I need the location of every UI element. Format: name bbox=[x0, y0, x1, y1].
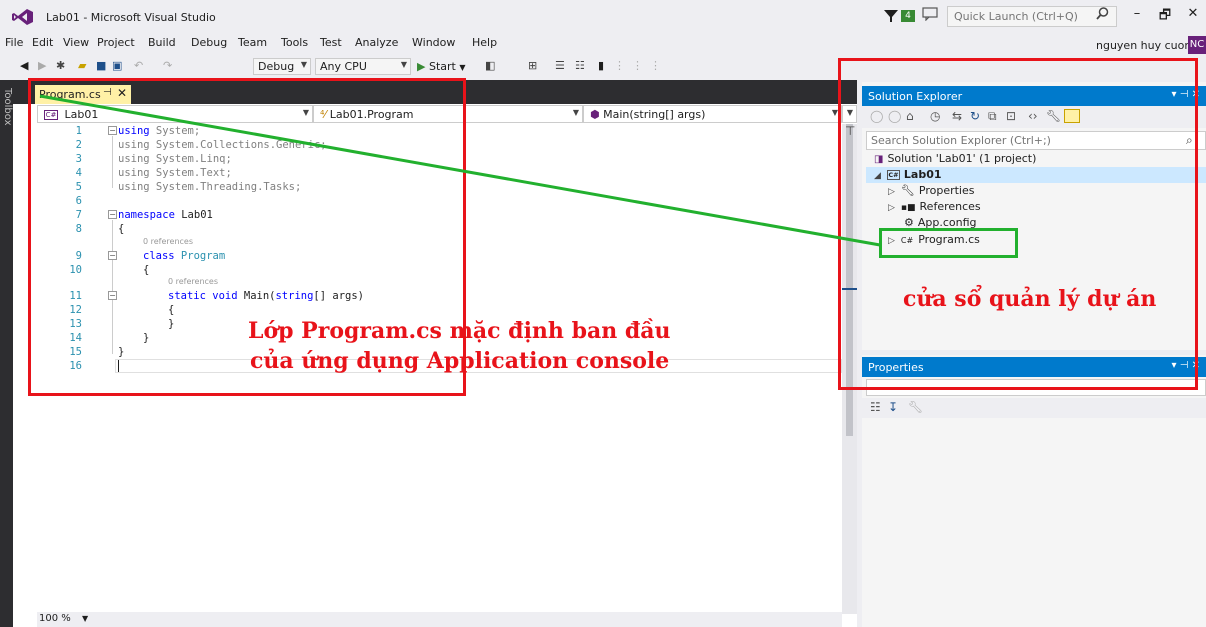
standard-toolbar: ◀ ▶ ✱ ▰ ■ ▣ ↶ ↷ Debug ▼ Any CPU ▼ ▶ Star… bbox=[0, 56, 840, 78]
restore-button[interactable]: 🗗 bbox=[1154, 6, 1176, 24]
chevron-down-icon: ▼ bbox=[459, 63, 466, 72]
feedback-icon[interactable] bbox=[922, 7, 940, 23]
alphabetical-icon[interactable]: ↧ bbox=[888, 400, 898, 414]
configuration-value: Debug bbox=[258, 60, 295, 73]
window-title: Lab01 - Microsoft Visual Studio bbox=[46, 11, 216, 24]
properties-toolbar: ☷ ↧ 🔧︎ bbox=[862, 398, 1206, 418]
platform-value: Any CPU bbox=[320, 60, 367, 73]
solution-explorer-highlight-box bbox=[838, 58, 1198, 390]
solution-platform-dropdown[interactable]: Any CPU ▼ bbox=[315, 58, 411, 75]
menu-window[interactable]: Window bbox=[412, 36, 455, 49]
clear-bookmarks-icon[interactable]: ⋮ bbox=[650, 59, 661, 72]
menu-bar: File Edit View Project Build Debug Team … bbox=[0, 36, 1206, 54]
visual-studio-logo-icon bbox=[12, 9, 33, 25]
menu-help[interactable]: Help bbox=[472, 36, 497, 49]
zoom-value: 100 % bbox=[39, 613, 71, 624]
menu-analyze[interactable]: Analyze bbox=[355, 36, 398, 49]
play-icon: ▶ bbox=[417, 60, 426, 73]
minimize-button[interactable]: – bbox=[1126, 6, 1148, 24]
bookmark-icon[interactable]: ▮ bbox=[598, 59, 604, 72]
solution-configuration-dropdown[interactable]: Debug ▼ bbox=[253, 58, 311, 75]
editor-horizontal-scrollbar[interactable] bbox=[95, 615, 835, 625]
menu-team[interactable]: Team bbox=[238, 36, 267, 49]
undo-icon[interactable]: ↶ bbox=[134, 59, 143, 72]
method-icon: ⬢ bbox=[590, 108, 600, 121]
search-icon[interactable] bbox=[1096, 7, 1109, 23]
chevron-down-icon: ▼ bbox=[400, 60, 407, 69]
navigate-back-icon[interactable]: ◀ bbox=[20, 59, 28, 72]
start-label: Start bbox=[428, 60, 456, 73]
save-icon[interactable]: ■ bbox=[96, 59, 106, 72]
chevron-down-icon: ▼ bbox=[81, 614, 89, 623]
user-account[interactable]: nguyen huy cuong bbox=[1096, 39, 1198, 52]
avatar[interactable]: NC bbox=[1188, 36, 1206, 54]
close-button[interactable]: ✕ bbox=[1182, 6, 1204, 24]
menu-build[interactable]: Build bbox=[148, 36, 176, 49]
editor-caption-line2: của ứng dụng Application console bbox=[250, 348, 670, 374]
menu-project[interactable]: Project bbox=[97, 36, 135, 49]
save-all-icon[interactable]: ▣ bbox=[112, 59, 122, 72]
find-in-files-icon[interactable]: ⊞ bbox=[528, 59, 537, 72]
toolbox-strip bbox=[0, 80, 13, 627]
menu-view[interactable]: View bbox=[63, 36, 89, 49]
menu-tools[interactable]: Tools bbox=[281, 36, 308, 49]
navigate-forward-icon[interactable]: ▶ bbox=[38, 59, 46, 72]
comment-icon[interactable]: ☰ bbox=[555, 59, 565, 72]
uncomment-icon[interactable]: ☷ bbox=[575, 59, 585, 72]
filter-icon bbox=[884, 10, 898, 22]
open-file-icon[interactable]: ▰ bbox=[78, 59, 86, 72]
properties-grid bbox=[862, 418, 1206, 627]
member-nav-dropdown[interactable]: ⬢ Main(string[] args) ▼ bbox=[583, 105, 842, 123]
solution-explorer-caption: cửa sổ quản lý dự án bbox=[903, 286, 1157, 312]
quick-launch-input[interactable] bbox=[947, 6, 1117, 27]
redo-icon[interactable]: ↷ bbox=[163, 59, 172, 72]
menu-edit[interactable]: Edit bbox=[32, 36, 53, 49]
chevron-down-icon: ▼ bbox=[300, 60, 307, 69]
menu-file[interactable]: File bbox=[5, 36, 23, 49]
notification-count-badge: 4 bbox=[901, 10, 915, 22]
nav-member-value: Main(string[] args) bbox=[603, 108, 706, 121]
toolbox-tab[interactable]: Toolbox bbox=[1, 88, 13, 148]
menu-test[interactable]: Test bbox=[320, 36, 342, 49]
new-project-icon[interactable]: ✱ bbox=[56, 59, 65, 72]
categorized-icon[interactable]: ☷ bbox=[870, 400, 881, 414]
start-debugging-button[interactable]: ▶ Start ▼ bbox=[417, 60, 466, 73]
notifications-button[interactable]: 4 bbox=[884, 8, 918, 24]
chevron-down-icon: ▼ bbox=[572, 108, 579, 117]
next-bookmark-icon[interactable]: ⋮ bbox=[632, 59, 643, 72]
browser-link-icon[interactable]: ◧ bbox=[485, 59, 495, 72]
editor-caption: Lớp Program.cs mặc định ban đầu bbox=[248, 318, 671, 344]
program-cs-highlight-box bbox=[879, 228, 1018, 258]
previous-bookmark-icon[interactable]: ⋮ bbox=[614, 59, 625, 72]
property-pages-icon[interactable]: 🔧︎ bbox=[908, 400, 923, 414]
menu-debug[interactable]: Debug bbox=[191, 36, 227, 49]
